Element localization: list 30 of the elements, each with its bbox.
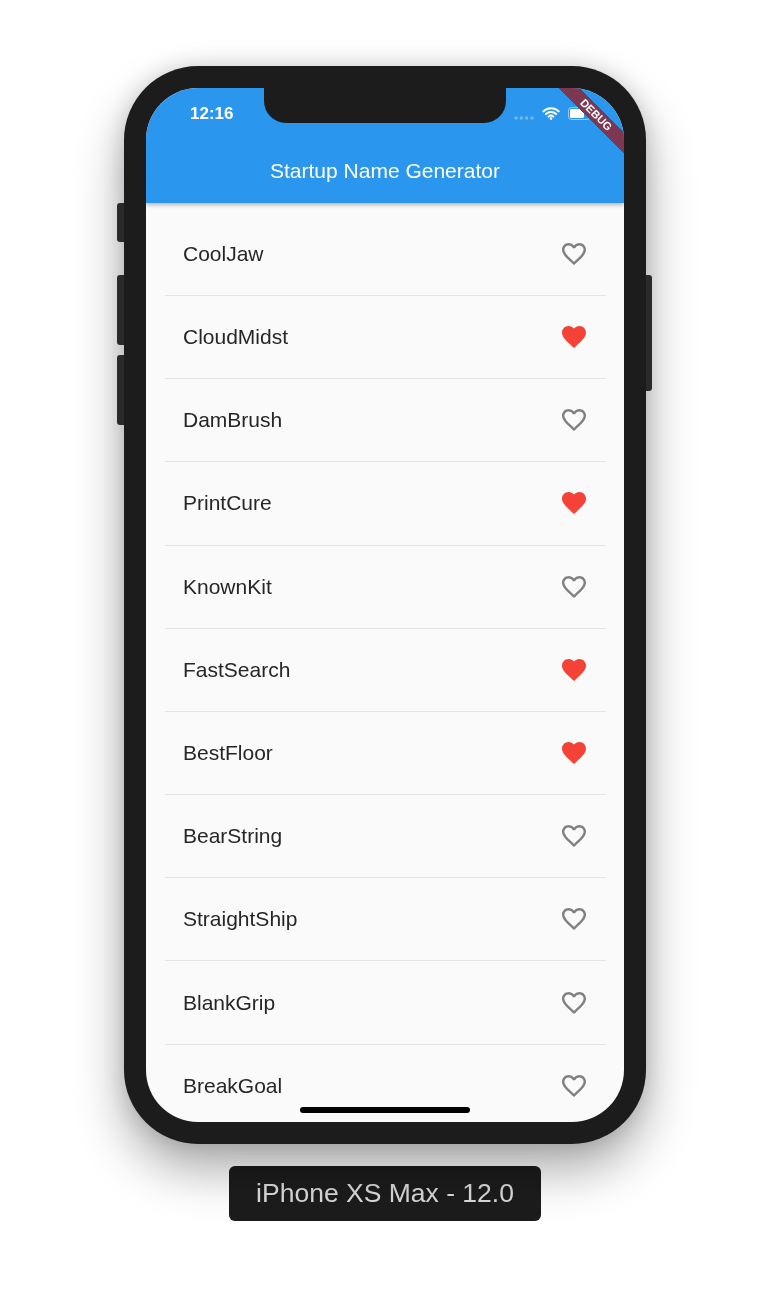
heart-icon[interactable] [561,825,586,848]
heart-icon[interactable] [561,1074,586,1097]
heart-icon[interactable] [561,242,586,265]
startup-name: StraightShip [183,906,298,933]
heart-icon[interactable] [561,908,586,931]
startup-name: KnownKit [183,573,272,600]
phone-side-edge [117,355,124,425]
startup-name: BestFloor [183,739,273,766]
heart-icon[interactable] [561,991,586,1014]
startup-name: CoolJaw [183,240,264,267]
startup-name: BlankGrip [183,989,276,1016]
startup-name: DamBrush [183,407,283,434]
device-label: iPhone XS Max - 12.0 [229,1166,541,1221]
startup-name: FastSearch [183,656,291,683]
heart-icon[interactable] [561,575,586,598]
heart-icon[interactable] [561,492,586,515]
phone-side-edge [117,203,124,242]
startup-name: PrintCure [183,490,272,517]
status-time: 12:16 [190,103,234,124]
heart-icon[interactable] [561,326,586,349]
heart-icon[interactable] [561,658,586,681]
startup-name: CloudMidst [183,324,289,351]
wifi-icon [542,107,560,120]
phone-side-edge [117,275,124,345]
startup-name: BreakGoal [183,1072,283,1099]
heart-icon[interactable] [561,409,586,432]
signal-icon [514,115,534,120]
startup-name: BearString [183,823,283,850]
app-title: Startup Name Generator [270,158,500,184]
heart-icon[interactable] [561,741,586,764]
